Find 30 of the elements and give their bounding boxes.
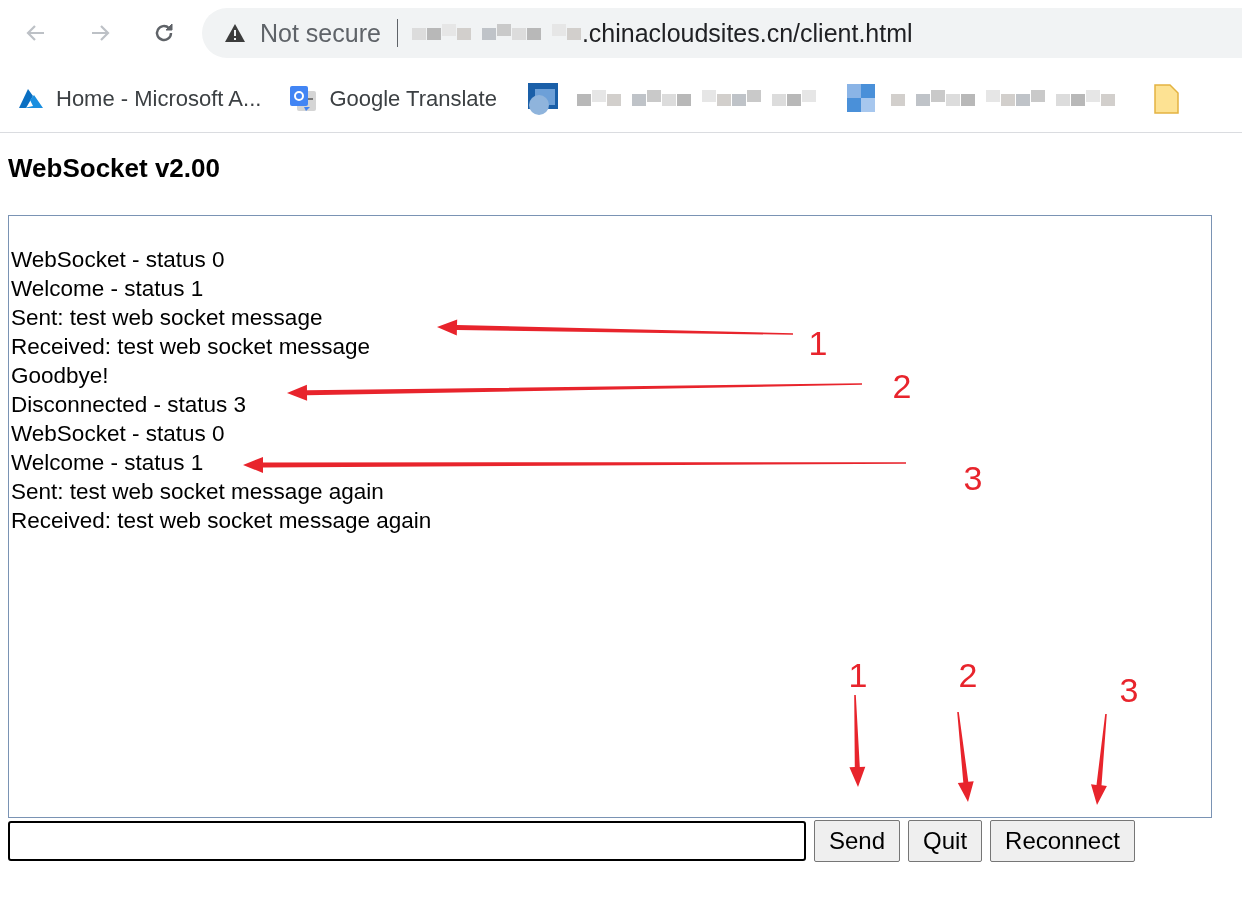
log-line: Welcome - status 1 (11, 275, 204, 303)
log-line: Disconnected - status 3 (11, 391, 247, 419)
log-line: Goodbye! (11, 362, 109, 390)
log-line: Received: test web socket message again (11, 507, 432, 535)
page-title: WebSocket v2.00 (8, 153, 221, 184)
annotation-number: 3 (1119, 671, 1139, 709)
log-line: WebSocket - status 0 (11, 246, 225, 274)
annotation-number: 2 (892, 367, 912, 405)
log-line: WebSocket - status 0 (11, 420, 225, 448)
log-line: Received: test web socket message (11, 333, 370, 361)
log-line: Sent: test web socket message (11, 304, 323, 332)
triangle-logo-icon (18, 88, 44, 110)
log-line: Welcome - status 1 (11, 449, 204, 477)
security-label: Not secure (260, 18, 381, 48)
address-bar[interactable]: Not secure .chinacloudsites.cn/client.html (202, 8, 1242, 58)
url-text: .chinacloudsites.cn/client.html (581, 18, 913, 48)
annotation-number: 2 (958, 656, 978, 694)
bookmark[interactable]: Google Translate (289, 85, 497, 113)
annotation-number: 1 (808, 324, 828, 362)
annotation-number: 3 (963, 459, 983, 497)
bookmark[interactable]: Home - Microsoft A... (18, 86, 262, 112)
folder-icon[interactable] (1153, 84, 1180, 114)
reconnect-button[interactable]: Reconnect (990, 820, 1135, 862)
quit-button[interactable]: Quit (908, 820, 983, 862)
log-line: Sent: test web socket message again (11, 478, 384, 506)
warning-icon (224, 23, 246, 43)
translate-icon (289, 85, 318, 113)
send-button[interactable]: Send (814, 820, 901, 862)
message-input[interactable] (8, 821, 806, 861)
annotation-number: 1 (848, 656, 868, 694)
